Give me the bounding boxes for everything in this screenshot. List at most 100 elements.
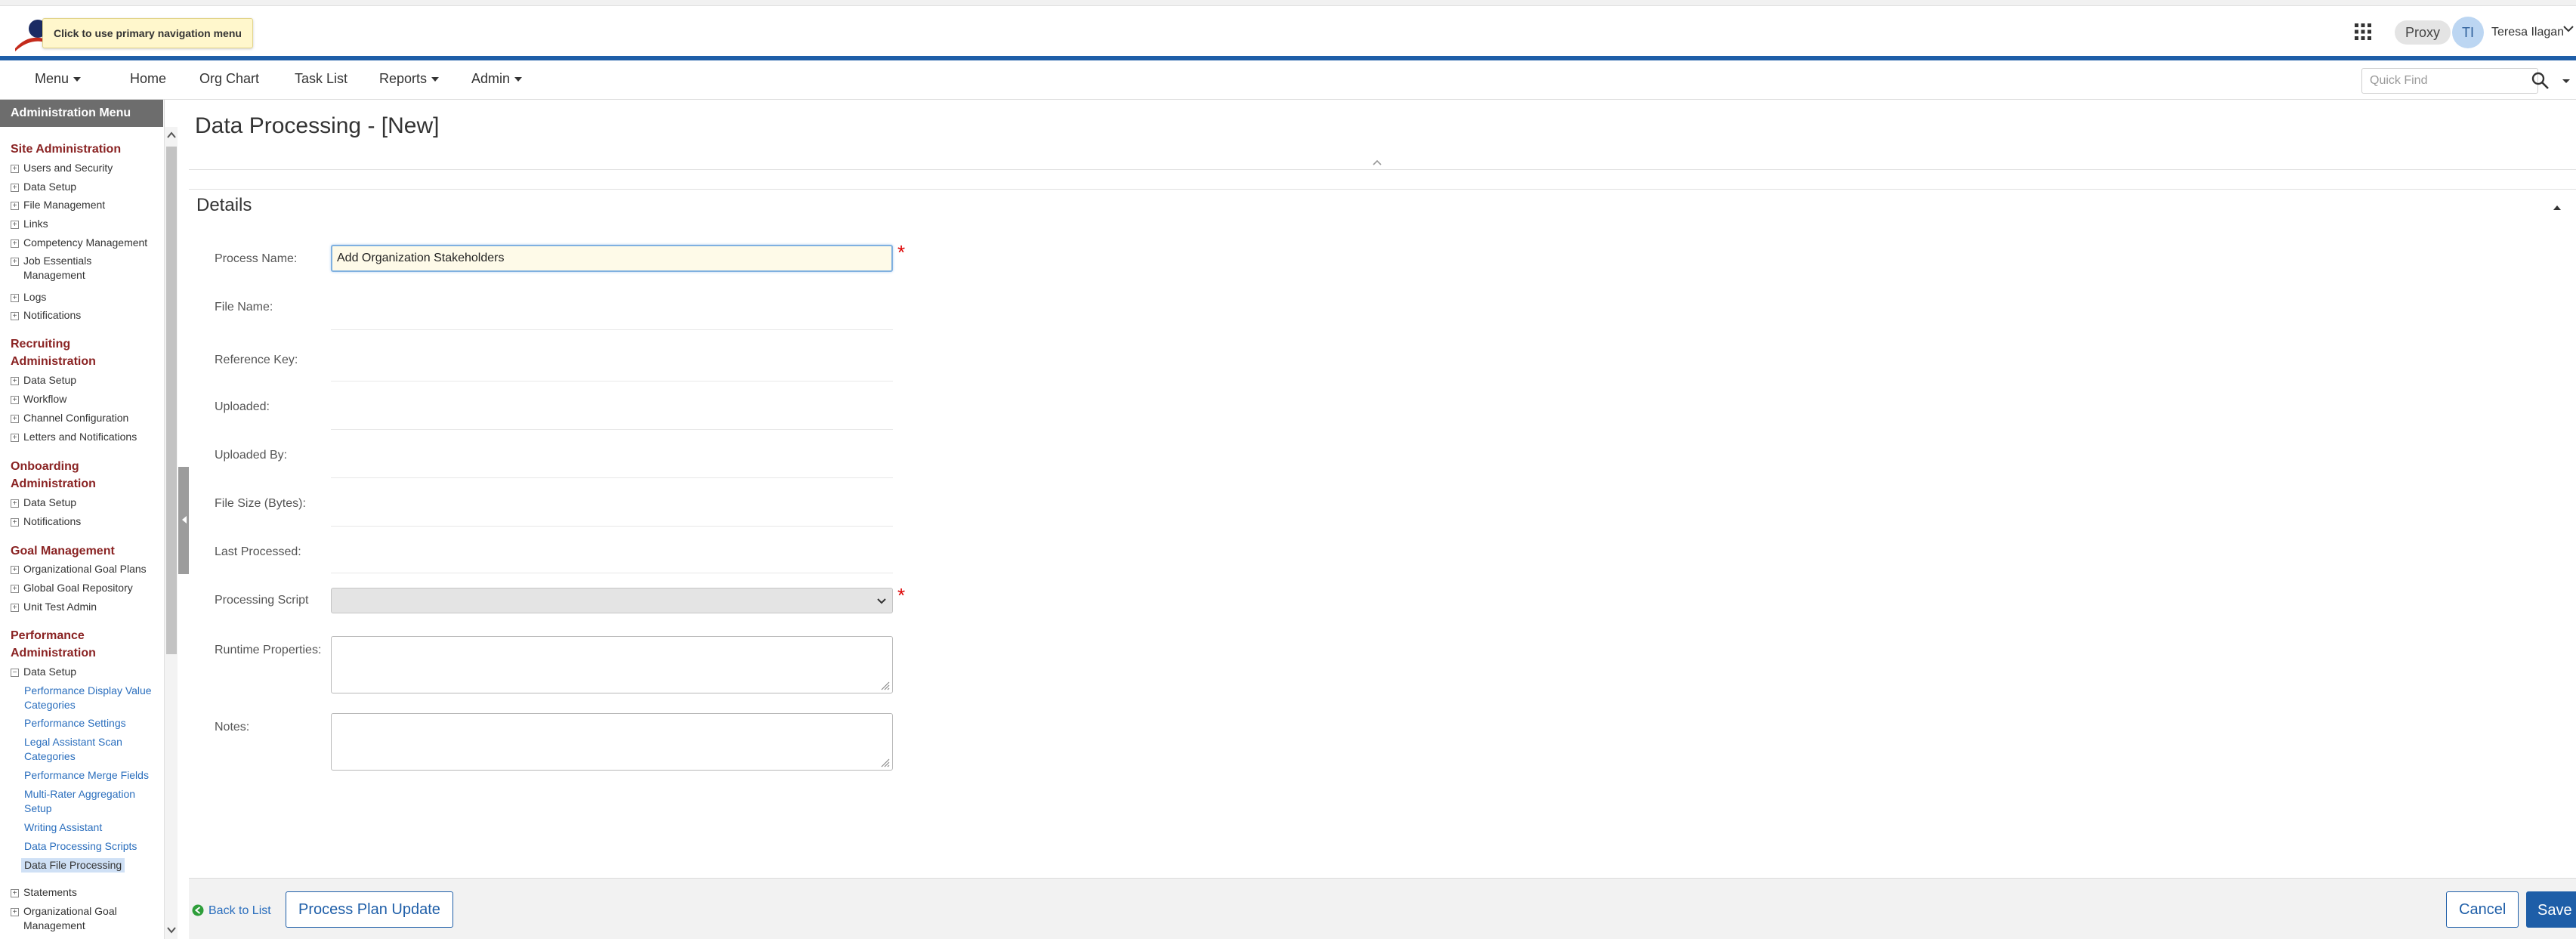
- expand-icon[interactable]: +: [11, 202, 19, 210]
- sidebar-link-performance-settings[interactable]: Performance Settings: [24, 716, 153, 731]
- sidebar-item-label: Data Setup: [23, 666, 77, 678]
- sidebar-item-workflow[interactable]: + Workflow: [11, 392, 158, 406]
- expand-icon[interactable]: +: [11, 165, 19, 173]
- sidebar-heading-recruiting: Recruiting Administration: [11, 338, 96, 368]
- sidebar-title: Administration Menu: [0, 100, 163, 127]
- sidebar-link-multi-rater[interactable]: Multi-Rater Aggregation Setup: [24, 787, 145, 816]
- user-name[interactable]: Teresa Ilagan: [2491, 26, 2564, 39]
- nav-admin[interactable]: Admin: [471, 71, 523, 87]
- chevron-up-icon[interactable]: [1372, 159, 1382, 166]
- expand-icon[interactable]: +: [11, 604, 19, 612]
- collapse-icon[interactable]: −: [11, 669, 19, 677]
- sidebar-item-notifications[interactable]: + Notifications: [11, 308, 158, 323]
- expand-icon[interactable]: +: [11, 518, 19, 527]
- process-name-input[interactable]: [331, 245, 893, 272]
- sidebar-item-label: Data Setup: [23, 181, 77, 193]
- caret-down-icon: [73, 77, 82, 82]
- expand-icon[interactable]: +: [11, 415, 19, 423]
- process-name-label: Process Name:: [215, 252, 298, 265]
- sidebar-item-label: Organizational Goal Plans: [23, 563, 147, 575]
- sidebar-item-goal-plans[interactable]: + Organizational Goal Plans: [11, 562, 158, 576]
- scroll-down-icon[interactable]: [166, 925, 177, 935]
- chevron-down-icon[interactable]: [2562, 23, 2574, 35]
- sidebar-item-onboarding-notifications[interactable]: + Notifications: [11, 514, 158, 529]
- app-grid-icon[interactable]: [2354, 23, 2372, 41]
- quick-find-options-icon[interactable]: [2561, 76, 2571, 86]
- sidebar-item-recruiting-data-setup[interactable]: + Data Setup: [11, 373, 158, 388]
- section-collapse-icon[interactable]: [2553, 205, 2561, 210]
- sidebar-item-label: Channel Configuration: [23, 412, 129, 424]
- sidebar-item-file-management[interactable]: + File Management: [11, 198, 158, 212]
- sidebar-item-statements[interactable]: + Statements: [11, 885, 158, 900]
- back-to-list-link[interactable]: Back to List: [192, 904, 271, 918]
- sidebar-item-onboarding-data-setup[interactable]: + Data Setup: [11, 496, 158, 510]
- expand-icon[interactable]: +: [11, 434, 19, 442]
- nav-reports[interactable]: Reports: [379, 71, 440, 87]
- expand-icon[interactable]: +: [11, 585, 19, 593]
- expand-icon[interactable]: +: [11, 396, 19, 404]
- processing-script-select[interactable]: [331, 588, 893, 613]
- runtime-properties-textarea[interactable]: [331, 636, 893, 693]
- last-processed-label: Last Processed:: [215, 545, 301, 558]
- nav-org-chart[interactable]: Org Chart: [199, 71, 259, 87]
- nav-task-list[interactable]: Task List: [295, 71, 347, 87]
- sidebar-item-label: Statements: [23, 886, 77, 898]
- nav-reports-label: Reports: [379, 71, 428, 86]
- sidebar-link-merge-fields[interactable]: Performance Merge Fields: [24, 768, 153, 783]
- sidebar-link-display-value-categories[interactable]: Performance Display Value Categories: [24, 684, 153, 712]
- sidebar-link-data-file-processing[interactable]: Data File Processing: [21, 858, 125, 873]
- search-icon[interactable]: [2531, 71, 2550, 91]
- sidebar-item-letters[interactable]: + Letters and Notifications: [11, 430, 158, 444]
- nav-menu[interactable]: Menu: [35, 71, 82, 87]
- nav-menu-tooltip: Click to use primary navigation menu: [42, 18, 253, 48]
- user-avatar[interactable]: TI: [2452, 17, 2484, 48]
- sidebar-item-users-security[interactable]: + Users and Security: [11, 161, 158, 175]
- scroll-up-icon[interactable]: [166, 130, 177, 141]
- save-button[interactable]: Save: [2526, 891, 2576, 928]
- expand-icon[interactable]: +: [11, 312, 19, 320]
- sidebar-scroll-thumb[interactable]: [166, 147, 177, 654]
- proxy-button[interactable]: Proxy: [2395, 20, 2451, 45]
- expand-icon[interactable]: +: [11, 258, 19, 266]
- process-plan-update-button[interactable]: Process Plan Update: [286, 891, 453, 928]
- nav-home[interactable]: Home: [130, 71, 166, 87]
- expand-icon[interactable]: +: [11, 889, 19, 897]
- sidebar-item-channel-config[interactable]: + Channel Configuration: [11, 411, 158, 425]
- sidebar-link-legal-assistant[interactable]: Legal Assistant Scan Categories: [24, 735, 130, 764]
- sidebar-item-label: Global Goal Repository: [23, 582, 133, 594]
- resize-grip-icon[interactable]: [879, 757, 890, 768]
- sidebar-item-goal-repository[interactable]: + Global Goal Repository: [11, 581, 158, 595]
- sidebar-scrollbar[interactable]: [164, 127, 178, 939]
- expand-icon[interactable]: +: [11, 377, 19, 385]
- file-size-label: File Size (Bytes):: [215, 497, 306, 510]
- expand-icon[interactable]: +: [11, 221, 19, 229]
- expand-icon[interactable]: +: [11, 499, 19, 508]
- expand-icon[interactable]: +: [11, 566, 19, 574]
- uploaded-by-label: Uploaded By:: [215, 449, 288, 462]
- notes-textarea[interactable]: [331, 713, 893, 771]
- cancel-button[interactable]: Cancel: [2446, 891, 2519, 928]
- sidebar-item-data-setup[interactable]: + Data Setup: [11, 180, 158, 194]
- field-underline: [331, 477, 893, 478]
- expand-icon[interactable]: +: [11, 184, 19, 192]
- sidebar-item-unit-test-admin[interactable]: + Unit Test Admin: [11, 600, 158, 614]
- field-underline: [331, 526, 893, 527]
- resize-grip-icon[interactable]: [879, 680, 890, 690]
- quick-find-input[interactable]: [2361, 68, 2538, 94]
- sidebar-item-performance-data-setup[interactable]: − Data Setup: [11, 665, 158, 679]
- sidebar-item-org-goal-mgmt[interactable]: + Organizational Goal Management: [11, 904, 124, 933]
- sidebar-item-links[interactable]: + Links: [11, 217, 158, 231]
- back-to-list-label: Back to List: [208, 904, 271, 917]
- sidebar-item-competency[interactable]: + Competency Management: [11, 236, 158, 250]
- expand-icon[interactable]: +: [11, 908, 19, 916]
- browser-top-strip: [0, 0, 2576, 6]
- sidebar-link-data-processing-scripts[interactable]: Data Processing Scripts: [24, 839, 153, 854]
- expand-icon[interactable]: +: [11, 294, 19, 302]
- sidebar-item-label: File Management: [23, 199, 106, 211]
- chevron-down-icon: [877, 598, 886, 604]
- expand-icon[interactable]: +: [11, 239, 19, 248]
- reference-key-label: Reference Key:: [215, 354, 298, 366]
- sidebar-item-job-essentials[interactable]: + Job Essentials Management: [11, 254, 124, 283]
- sidebar-link-writing-assistant[interactable]: Writing Assistant: [24, 820, 153, 835]
- sidebar-item-logs[interactable]: + Logs: [11, 290, 158, 304]
